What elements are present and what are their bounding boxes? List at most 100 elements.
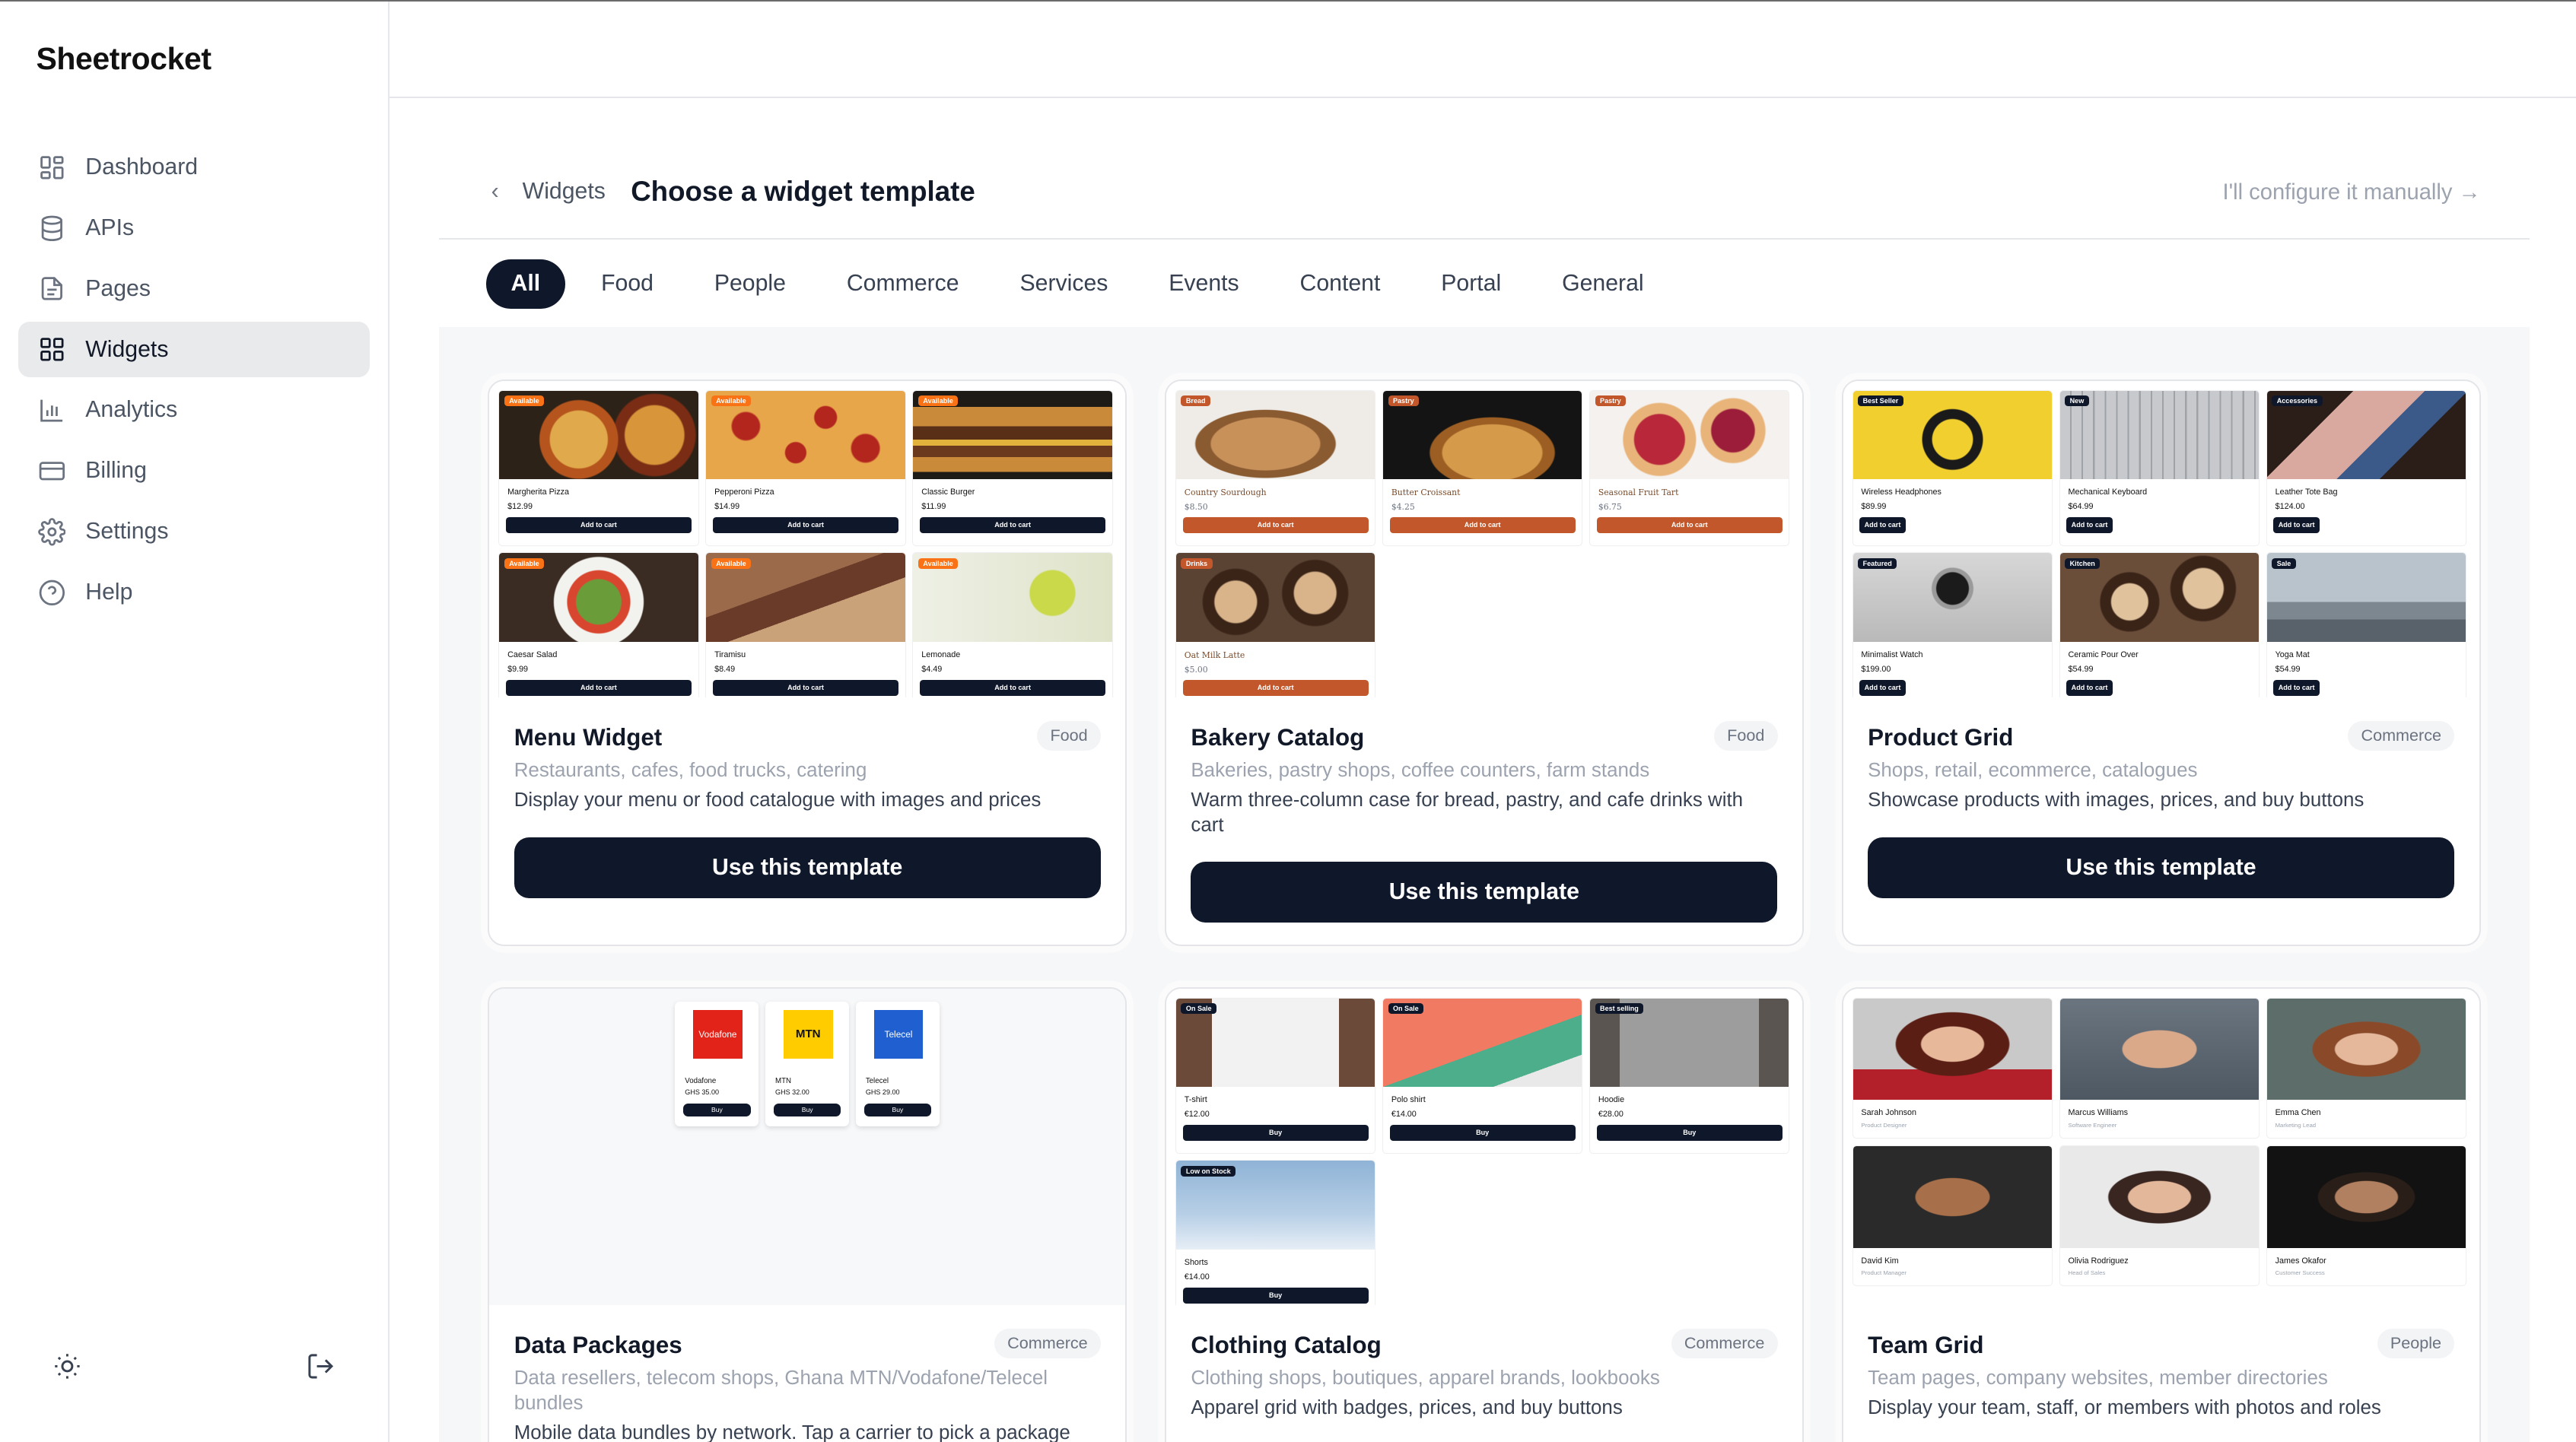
add-to-cart-button[interactable]: Add to cart — [2273, 516, 2320, 534]
add-to-cart-button[interactable]: Add to cart — [2066, 516, 2113, 534]
item-name: Mechanical Keyboard — [2068, 487, 2148, 497]
sidebar-item-settings[interactable]: Settings — [18, 504, 370, 560]
salad-image: Available — [499, 553, 698, 642]
category-badge: Accessories — [2272, 395, 2323, 407]
tab-general[interactable]: General — [1562, 259, 1644, 309]
sun-icon[interactable] — [52, 1351, 82, 1381]
status-badge: On Sale — [1181, 1003, 1217, 1015]
shorts-image: Low on Stock — [1175, 1161, 1375, 1250]
buy-button[interactable]: Buy — [1182, 1287, 1369, 1304]
breadcrumb-widgets[interactable]: Widgets — [523, 179, 606, 205]
add-to-cart-button[interactable]: Add to cart — [1859, 679, 1906, 697]
sidebar-item-help[interactable]: Help — [18, 565, 370, 621]
item-price: $12.99 — [507, 502, 533, 512]
add-to-cart-button[interactable]: Add to cart — [505, 679, 692, 697]
add-to-cart-button[interactable]: Add to cart — [1596, 516, 1783, 534]
card-preview: Sarah Johnson Product Designer Marcus Wi… — [1843, 988, 2479, 1306]
member-name: Sarah Johnson — [1861, 1108, 1916, 1118]
tab-services[interactable]: Services — [1020, 259, 1108, 309]
item-price: $14.99 — [714, 502, 740, 512]
add-to-cart-button[interactable]: Add to cart — [712, 516, 899, 534]
add-to-cart-button[interactable]: Add to cart — [920, 679, 1106, 697]
category-tabs: All Food People Commerce Services Events… — [486, 259, 1704, 309]
tab-people[interactable]: People — [714, 259, 786, 309]
buy-button[interactable]: Buy — [1596, 1124, 1783, 1142]
logout-icon[interactable] — [306, 1351, 336, 1381]
sidebar: Sheetrocket Dashboard APIs Pages Widgets… — [0, 2, 390, 1442]
add-to-cart-button[interactable]: Add to cart — [1182, 679, 1369, 697]
template-card-menu-widget: Available Margherita Pizza $12.99 Add to… — [488, 379, 1127, 946]
page-title: Choose a widget template — [631, 175, 975, 207]
preview-item: Accessories Leather Tote Bag $124.00 Add… — [2266, 390, 2466, 545]
card-title: Team Grid — [1868, 1331, 1984, 1358]
buy-button[interactable]: Buy — [863, 1103, 932, 1117]
polo-image: On Sale — [1383, 998, 1582, 1088]
item-price: €14.00 — [1184, 1272, 1210, 1282]
sidebar-item-label: Widgets — [85, 336, 169, 362]
sidebar-item-analytics[interactable]: Analytics — [18, 383, 370, 438]
carrier-price: GHS 35.00 — [685, 1088, 720, 1097]
category-badge: Featured — [1858, 557, 1897, 570]
item-price: $54.99 — [2068, 665, 2094, 675]
preview-item: Kitchen Ceramic Pour Over $54.99 Add to … — [2059, 553, 2259, 698]
burger-image: Available — [913, 390, 1112, 480]
item-name: Minimalist Watch — [1861, 650, 1923, 659]
item-price: $199.00 — [1861, 665, 1891, 675]
buy-button[interactable]: Buy — [1182, 1124, 1369, 1142]
item-name: Hoodie — [1598, 1094, 1625, 1104]
carrier-name: MTN — [775, 1077, 792, 1086]
item-price: $124.00 — [2275, 502, 2305, 512]
carrier-logo: MTN — [783, 1009, 833, 1059]
carrier-price: GHS 29.00 — [865, 1088, 900, 1097]
use-template-button[interactable]: Use this template — [1191, 862, 1778, 923]
category-badge: Commerce — [2348, 720, 2455, 751]
back-chevron-icon[interactable]: ‹ — [491, 179, 499, 205]
card-audience: Bakeries, pastry shops, coffee counters,… — [1191, 760, 1650, 782]
carrier-name: Vodafone — [685, 1077, 717, 1086]
sidebar-item-label: Analytics — [85, 397, 178, 423]
buy-button[interactable]: Buy — [683, 1103, 751, 1117]
add-to-cart-button[interactable]: Add to cart — [2066, 679, 2113, 697]
tab-food[interactable]: Food — [601, 259, 654, 309]
sidebar-item-dashboard[interactable]: Dashboard — [18, 139, 370, 195]
app-logo[interactable]: Sheetrocket — [37, 41, 211, 77]
status-badge: Best selling — [1595, 1003, 1644, 1015]
tshirt-image: On Sale — [1175, 998, 1375, 1088]
status-badge: Available — [711, 395, 752, 407]
add-to-cart-button[interactable]: Add to cart — [1389, 516, 1576, 534]
buy-button[interactable]: Buy — [1389, 1124, 1576, 1142]
add-to-cart-button[interactable]: Add to cart — [920, 516, 1106, 534]
avatar — [2059, 998, 2259, 1101]
add-to-cart-button[interactable]: Add to cart — [1182, 516, 1369, 534]
buy-button[interactable]: Buy — [773, 1103, 841, 1117]
lemonade-image: Available — [913, 553, 1112, 642]
tab-all[interactable]: All — [486, 259, 565, 309]
preview-item: Available Lemonade $4.49 Add to cart — [913, 553, 1112, 698]
preview-item: Available Margherita Pizza $12.99 Add to… — [499, 390, 698, 545]
sidebar-item-apis[interactable]: APIs — [18, 200, 370, 256]
sidebar-item-billing[interactable]: Billing — [18, 443, 370, 499]
item-price: $89.99 — [1861, 502, 1887, 512]
add-to-cart-button[interactable]: Add to cart — [505, 516, 692, 534]
tab-portal[interactable]: Portal — [1441, 259, 1501, 309]
watch-image: Featured — [1852, 553, 2052, 642]
item-price: $8.49 — [714, 665, 736, 675]
use-template-button[interactable]: Use this template — [1868, 837, 2454, 898]
preview-item: Best Seller Wireless Headphones $89.99 A… — [1852, 390, 2052, 545]
team-member: Emma Chen Marketing Lead — [2266, 998, 2466, 1139]
sidebar-footer — [0, 1348, 390, 1388]
preview-item: Available Pepperoni Pizza $14.99 Add to … — [706, 390, 905, 545]
tab-commerce[interactable]: Commerce — [847, 259, 959, 309]
sidebar-item-widgets[interactable]: Widgets — [17, 322, 370, 378]
sidebar-item-pages[interactable]: Pages — [18, 261, 370, 316]
use-template-button[interactable]: Use this template — [514, 837, 1101, 898]
category-badge: Food — [1713, 720, 1778, 751]
add-to-cart-button[interactable]: Add to cart — [1859, 516, 1906, 534]
configure-manually-link[interactable]: I'll configure it manually → — [2222, 180, 2480, 205]
tab-events[interactable]: Events — [1169, 259, 1239, 309]
tab-content[interactable]: Content — [1300, 259, 1381, 309]
add-to-cart-button[interactable]: Add to cart — [2273, 679, 2320, 697]
page-icon — [41, 277, 62, 300]
carrier-price: GHS 32.00 — [775, 1088, 809, 1097]
add-to-cart-button[interactable]: Add to cart — [712, 679, 899, 697]
